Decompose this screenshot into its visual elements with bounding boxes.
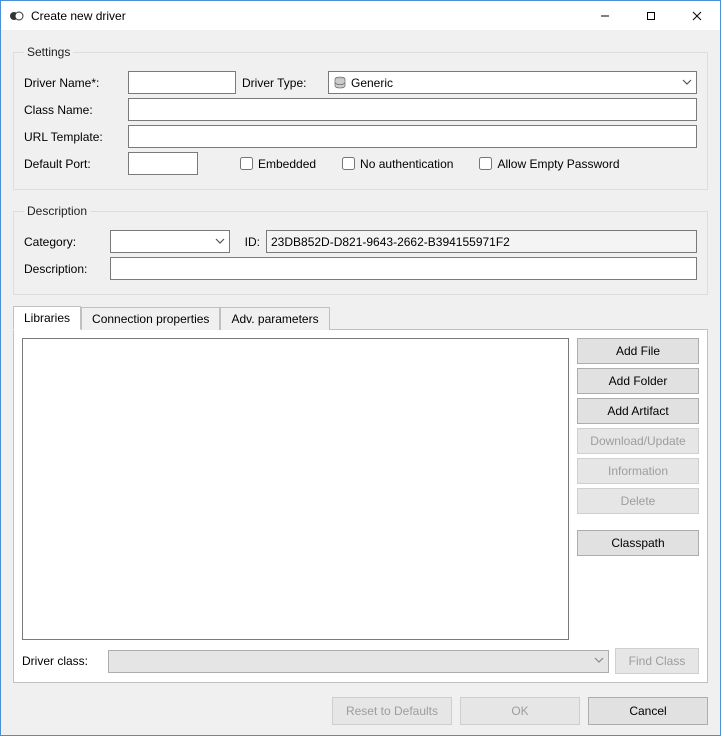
default-port-input[interactable]	[128, 152, 198, 175]
tab-strip: Libraries Connection properties Adv. par…	[13, 305, 708, 329]
driver-name-input[interactable]	[128, 71, 236, 94]
allow-empty-pw-label: Allow Empty Password	[497, 157, 619, 171]
class-name-label: Class Name:	[24, 103, 122, 117]
add-file-button[interactable]: Add File	[577, 338, 699, 364]
libraries-panel: Add File Add Folder Add Artifact Downloa…	[13, 329, 708, 683]
embedded-label: Embedded	[258, 157, 316, 171]
category-label: Category:	[24, 235, 104, 249]
titlebar: Create new driver	[1, 1, 720, 31]
driver-type-select[interactable]: Generic	[328, 71, 697, 94]
allow-empty-pw-checkbox-wrap[interactable]: Allow Empty Password	[479, 157, 619, 171]
reset-to-defaults-button: Reset to Defaults	[332, 697, 452, 725]
driver-class-select	[108, 650, 609, 673]
allow-empty-pw-checkbox[interactable]	[479, 157, 492, 170]
chevron-down-icon	[215, 235, 225, 249]
class-name-input[interactable]	[128, 98, 697, 121]
libraries-list[interactable]	[22, 338, 569, 640]
chevron-down-icon	[594, 654, 604, 668]
driver-type-label: Driver Type:	[242, 76, 322, 90]
app-icon	[9, 8, 25, 24]
maximize-button[interactable]	[628, 1, 674, 31]
download-update-button: Download/Update	[577, 428, 699, 454]
tab-libraries[interactable]: Libraries	[13, 306, 81, 330]
dialog-footer: Reset to Defaults OK Cancel	[13, 693, 708, 727]
classpath-button[interactable]: Classpath	[577, 530, 699, 556]
cancel-button[interactable]: Cancel	[588, 697, 708, 725]
description-group: Description Category: ID: Description:	[13, 204, 708, 295]
delete-button: Delete	[577, 488, 699, 514]
driver-type-value: Generic	[351, 76, 674, 90]
close-button[interactable]	[674, 1, 720, 31]
find-class-button: Find Class	[615, 648, 699, 674]
description-legend: Description	[24, 204, 90, 218]
window-title: Create new driver	[31, 9, 126, 23]
embedded-checkbox[interactable]	[240, 157, 253, 170]
information-button: Information	[577, 458, 699, 484]
url-template-input[interactable]	[128, 125, 697, 148]
driver-name-label: Driver Name*:	[24, 76, 122, 90]
tab-connection-properties[interactable]: Connection properties	[81, 307, 220, 330]
noauth-checkbox-wrap[interactable]: No authentication	[342, 157, 453, 171]
default-port-label: Default Port:	[24, 157, 122, 171]
driver-class-label: Driver class:	[22, 654, 102, 668]
noauth-label: No authentication	[360, 157, 453, 171]
id-label: ID:	[236, 235, 260, 249]
chevron-down-icon	[682, 76, 692, 90]
settings-group: Settings Driver Name*: Driver Type: Gene…	[13, 45, 708, 190]
category-select[interactable]	[110, 230, 230, 253]
database-icon	[333, 76, 347, 90]
add-artifact-button[interactable]: Add Artifact	[577, 398, 699, 424]
description-input[interactable]	[110, 257, 697, 280]
url-template-label: URL Template:	[24, 130, 122, 144]
embedded-checkbox-wrap[interactable]: Embedded	[240, 157, 316, 171]
description-label: Description:	[24, 262, 104, 276]
minimize-button[interactable]	[582, 1, 628, 31]
tab-adv-parameters[interactable]: Adv. parameters	[220, 307, 329, 330]
noauth-checkbox[interactable]	[342, 157, 355, 170]
id-field	[266, 230, 697, 253]
ok-button: OK	[460, 697, 580, 725]
add-folder-button[interactable]: Add Folder	[577, 368, 699, 394]
settings-legend: Settings	[24, 45, 73, 59]
